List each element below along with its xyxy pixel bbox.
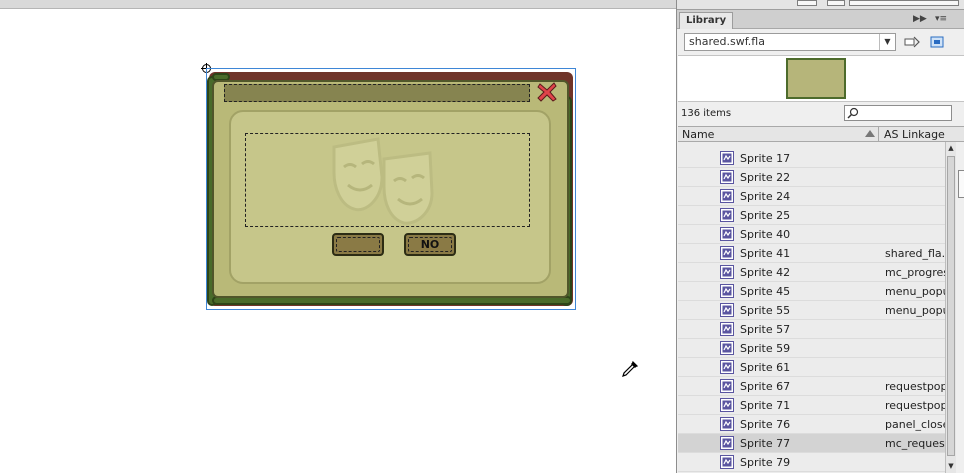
- list-item[interactable]: Sprite 24: [678, 187, 945, 206]
- library-preview-area: [678, 55, 964, 102]
- list-item-linkage: shared_fla.: [885, 247, 945, 260]
- dock-field[interactable]: [849, 0, 959, 6]
- movieclip-symbol-icon: [720, 360, 734, 374]
- movieclip-symbol-icon: [720, 227, 734, 241]
- list-item[interactable]: Sprite 77 mc_request: [678, 434, 945, 453]
- list-item[interactable]: Sprite 71 requestpop: [678, 396, 945, 415]
- list-item[interactable]: Sprite 17: [678, 149, 945, 168]
- column-divider[interactable]: [878, 127, 879, 141]
- column-as-linkage[interactable]: AS Linkage: [884, 128, 945, 141]
- movieclip-symbol-icon: [720, 170, 734, 184]
- library-column-header: Name AS Linkage: [678, 126, 964, 142]
- list-item-name: Sprite 61: [740, 361, 791, 374]
- movieclip-symbol-icon: [720, 246, 734, 260]
- list-item[interactable]: Sprite 45 menu_popu: [678, 282, 945, 301]
- list-item[interactable]: Sprite 61: [678, 358, 945, 377]
- movieclip-symbol-icon: [720, 265, 734, 279]
- list-item-name: Sprite 42: [740, 266, 791, 279]
- library-panel: Library ▶▶ ▾≡ shared.swf.fla ▼ 136 items…: [676, 0, 964, 473]
- chevron-down-icon: ▼: [879, 34, 895, 50]
- panel-dock-strip: [677, 0, 964, 10]
- list-item-linkage: menu_popu: [885, 285, 945, 298]
- list-item-name: Sprite 24: [740, 190, 791, 203]
- movieclip-symbol-icon: [720, 341, 734, 355]
- document-select-value: shared.swf.fla: [689, 35, 765, 48]
- collapse-panel-icon[interactable]: ▶▶: [913, 13, 927, 26]
- search-input[interactable]: [844, 105, 952, 121]
- movieclip-symbol-icon: [720, 379, 734, 393]
- scroll-thumb[interactable]: [947, 156, 955, 456]
- movieclip-symbol-icon: [720, 436, 734, 450]
- preview-thumbnail: [786, 58, 846, 99]
- scroll-up-icon[interactable]: ▲: [946, 142, 956, 154]
- sort-ascending-icon[interactable]: [865, 130, 875, 137]
- panel-menu-icon[interactable]: ▾≡: [935, 13, 947, 26]
- list-item-name: Sprite 45: [740, 285, 791, 298]
- list-item-linkage: panel_close: [885, 418, 945, 431]
- list-item-linkage: menu_popu: [885, 304, 945, 317]
- list-item[interactable]: Sprite 40: [678, 225, 945, 244]
- list-item-name: Sprite 55: [740, 304, 791, 317]
- list-item-name: Sprite 76: [740, 418, 791, 431]
- dock-control[interactable]: [827, 0, 845, 6]
- scroll-down-icon[interactable]: ▼: [946, 460, 956, 472]
- movieclip-symbol-icon: [720, 303, 734, 317]
- list-item-linkage: mc_progres: [885, 266, 945, 279]
- list-item[interactable]: Sprite 76 panel_close: [678, 415, 945, 434]
- list-item[interactable]: Sprite 79: [678, 453, 945, 472]
- list-item[interactable]: Sprite 22: [678, 168, 945, 187]
- timeline-edge: [0, 0, 676, 9]
- list-item-name: Sprite 71: [740, 399, 791, 412]
- movieclip-symbol-icon: [720, 322, 734, 336]
- list-item-linkage: requestpop: [885, 380, 945, 393]
- list-item-name: Sprite 57: [740, 323, 791, 336]
- document-select[interactable]: shared.swf.fla ▼: [684, 33, 896, 51]
- items-count: 136 items: [681, 108, 732, 119]
- list-item[interactable]: Sprite 67 requestpop: [678, 377, 945, 396]
- list-item[interactable]: Sprite 55 menu_popu: [678, 301, 945, 320]
- movieclip-symbol-icon: [720, 284, 734, 298]
- column-name[interactable]: Name: [682, 128, 714, 141]
- list-item[interactable]: Sprite 42 mc_progres: [678, 263, 945, 282]
- panel-edge-handle[interactable]: [958, 170, 964, 198]
- movieclip-symbol-icon: [720, 189, 734, 203]
- search-icon: [847, 107, 859, 119]
- eyedropper-icon: [622, 360, 639, 377]
- movieclip-symbol-icon: [720, 417, 734, 431]
- list-item-linkage: mc_request: [885, 437, 945, 450]
- list-item-name: Sprite 79: [740, 456, 791, 469]
- list-item[interactable]: Sprite 41 shared_fla.: [678, 244, 945, 263]
- list-item-name: Sprite 25: [740, 209, 791, 222]
- movieclip-symbol-icon: [720, 455, 734, 469]
- list-item[interactable]: Sprite 25: [678, 206, 945, 225]
- library-tab[interactable]: Library: [679, 12, 734, 29]
- list-item-name: Sprite 40: [740, 228, 791, 241]
- movieclip-symbol-icon: [720, 151, 734, 165]
- list-item-linkage: requestpop: [885, 399, 945, 412]
- library-header: Library ▶▶ ▾≡: [677, 10, 964, 29]
- list-item-name: Sprite 41: [740, 247, 791, 260]
- selection-bounding-box: [206, 68, 576, 310]
- library-scrollbar[interactable]: ▲ ▼: [945, 142, 956, 473]
- pin-icon[interactable]: [904, 35, 920, 49]
- list-item-name: Sprite 22: [740, 171, 791, 184]
- list-item-name: Sprite 77: [740, 437, 791, 450]
- new-library-icon[interactable]: [930, 35, 946, 49]
- library-item-list: Sprite 17 Sprite 22 Sprite 24 Sprite 25 Spri…: [678, 142, 945, 473]
- movieclip-symbol-icon: [720, 208, 734, 222]
- list-item[interactable]: Sprite 57: [678, 320, 945, 339]
- movieclip-symbol-icon: [720, 398, 734, 412]
- list-item-name: Sprite 59: [740, 342, 791, 355]
- dock-control[interactable]: [797, 0, 817, 6]
- list-item[interactable]: Sprite 59: [678, 339, 945, 358]
- list-item-name: Sprite 17: [740, 152, 791, 165]
- list-item-name: Sprite 67: [740, 380, 791, 393]
